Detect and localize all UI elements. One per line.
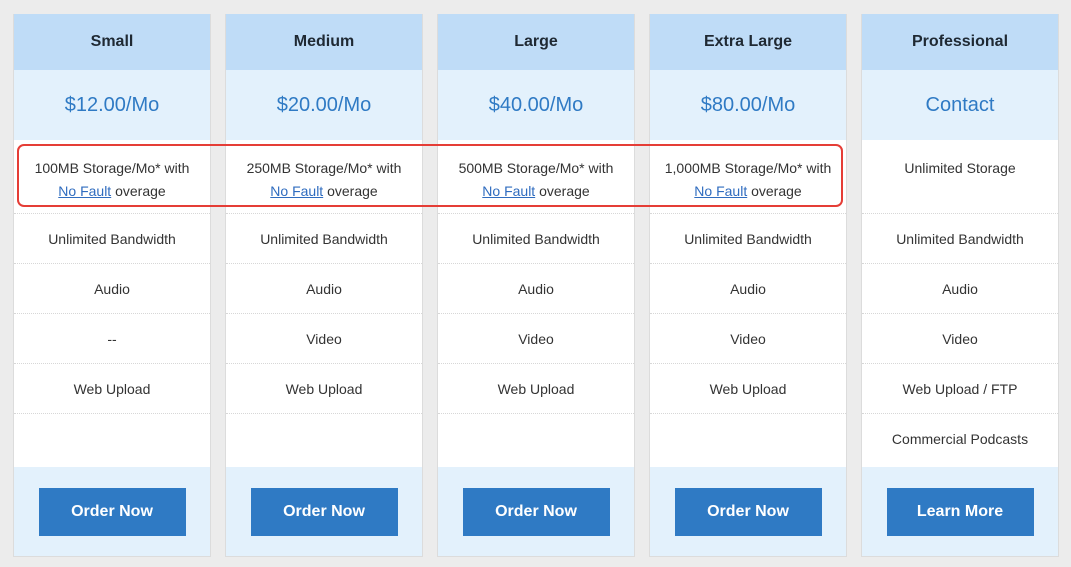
feature-bandwidth: Unlimited Bandwidth	[862, 214, 1058, 264]
no-fault-link[interactable]: No Fault	[694, 183, 747, 199]
feature-audio: Audio	[226, 264, 422, 314]
plan-price: $80.00/Mo	[650, 70, 846, 140]
plan-footer: Order Now	[14, 467, 210, 556]
plan-card-large: Large $40.00/Mo 500MB Storage/Mo* with N…	[437, 14, 635, 557]
no-fault-link[interactable]: No Fault	[58, 183, 111, 199]
storage-text: 100MB Storage/Mo* with	[34, 160, 190, 176]
feature-bandwidth: Unlimited Bandwidth	[650, 214, 846, 264]
plan-price: $20.00/Mo	[226, 70, 422, 140]
plan-card-professional: Professional Contact Unlimited Storage U…	[861, 14, 1059, 557]
feature-extra	[438, 414, 634, 464]
feature-bandwidth: Unlimited Bandwidth	[438, 214, 634, 264]
plan-price: $40.00/Mo	[438, 70, 634, 140]
feature-extra	[14, 414, 210, 464]
order-now-button[interactable]: Order Now	[250, 487, 398, 536]
feature-extra: Commercial Podcasts	[891, 431, 1029, 447]
feature-storage: Unlimited Storage	[862, 140, 1058, 214]
feature-extra	[226, 414, 422, 464]
plan-name: Professional	[862, 14, 1058, 70]
order-now-button[interactable]: Order Now	[38, 487, 186, 536]
plan-footer: Order Now	[438, 467, 634, 556]
feature-audio: Audio	[862, 264, 1058, 314]
feature-storage: 250MB Storage/Mo* with No Fault overage	[226, 140, 422, 214]
feature-upload: Web Upload	[438, 364, 634, 414]
feature-bandwidth: Unlimited Bandwidth	[226, 214, 422, 264]
plan-footer: Order Now	[650, 467, 846, 556]
plan-name: Medium	[226, 14, 422, 70]
feature-video: --	[14, 314, 210, 364]
feature-bandwidth: Unlimited Bandwidth	[14, 214, 210, 264]
order-now-button[interactable]: Order Now	[462, 487, 610, 536]
storage-text: 250MB Storage/Mo* with	[246, 160, 402, 176]
feature-upload: Web Upload / FTP	[862, 364, 1058, 414]
storage-suffix: overage	[111, 183, 166, 199]
feature-storage: 1,000MB Storage/Mo* with No Fault overag…	[650, 140, 846, 214]
storage-suffix: overage	[535, 183, 590, 199]
no-fault-link[interactable]: No Fault	[270, 183, 323, 199]
feature-audio: Audio	[650, 264, 846, 314]
order-now-button[interactable]: Order Now	[674, 487, 822, 536]
feature-video: Video	[438, 314, 634, 364]
plan-name: Large	[438, 14, 634, 70]
plan-footer: Learn More	[862, 467, 1058, 556]
plan-price: Contact	[862, 70, 1058, 140]
feature-video: Video	[226, 314, 422, 364]
storage-suffix: overage	[323, 183, 378, 199]
learn-more-button[interactable]: Learn More	[886, 487, 1034, 536]
plan-name: Small	[14, 14, 210, 70]
feature-audio: Audio	[14, 264, 210, 314]
feature-storage: 500MB Storage/Mo* with No Fault overage	[438, 140, 634, 214]
feature-video: Video	[650, 314, 846, 364]
plan-footer: Order Now	[226, 467, 422, 556]
storage-text: 500MB Storage/Mo* with	[458, 160, 614, 176]
pricing-table: Small $12.00/Mo 100MB Storage/Mo* with N…	[0, 0, 1071, 567]
plan-price: $12.00/Mo	[14, 70, 210, 140]
plan-name: Extra Large	[650, 14, 846, 70]
feature-upload: Web Upload	[650, 364, 846, 414]
feature-upload: Web Upload	[226, 364, 422, 414]
feature-storage: 100MB Storage/Mo* with No Fault overage	[14, 140, 210, 214]
no-fault-link[interactable]: No Fault	[482, 183, 535, 199]
feature-audio: Audio	[438, 264, 634, 314]
plan-card-extra-large: Extra Large $80.00/Mo 1,000MB Storage/Mo…	[649, 14, 847, 557]
storage-text: Unlimited Storage	[904, 160, 1016, 176]
feature-extra	[650, 414, 846, 464]
feature-video: Video	[862, 314, 1058, 364]
feature-upload: Web Upload	[14, 364, 210, 414]
storage-suffix: overage	[747, 183, 802, 199]
storage-text: 1,000MB Storage/Mo* with	[664, 160, 832, 176]
plan-card-medium: Medium $20.00/Mo 250MB Storage/Mo* with …	[225, 14, 423, 557]
plan-card-small: Small $12.00/Mo 100MB Storage/Mo* with N…	[13, 14, 211, 557]
